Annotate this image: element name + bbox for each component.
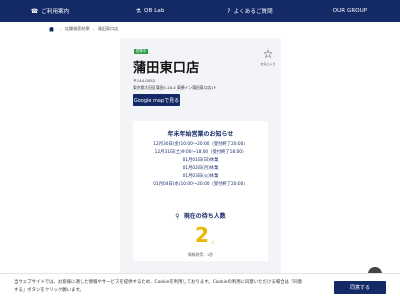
star-icon: ☆	[262, 47, 274, 61]
cookie-text: 当ウェブサイトでは、お客様に適した情報やサービスを提供するため、Cookieを利…	[14, 280, 303, 293]
schedule-line: 01月04日(水)10:00〜20:00（受付終了20:00）	[153, 182, 248, 187]
nav-item-qb-lab[interactable]: ⚗ QB Lab	[100, 0, 200, 22]
breadcrumb-separator: ›	[60, 26, 62, 32]
nav-item-label: ご利用案内	[41, 9, 70, 15]
schedule-line: 01月01日(日)休業	[182, 158, 219, 163]
nav-item-guide[interactable]: ☎ ご利用案内	[0, 0, 100, 22]
wait-count: 2	[195, 223, 209, 247]
schedule-line: 12月31日(土)9:00〜18:00（受付終了18:00）	[154, 150, 247, 155]
top-navigation: ☎ ご利用案内 ⚗ QB Lab ? よくあるご質問 OUR GROUP	[0, 0, 400, 22]
schedule-line: 12月30日(金)10:00〜20:00（受付終了20:00）	[153, 142, 248, 147]
schedule-line: 01月03日(火)休業	[182, 174, 219, 179]
lab-icon: ⚗	[135, 7, 142, 15]
wait-unit: 人	[211, 240, 215, 245]
store-address: 東京都大田区蒲田5-18-4 東横イン蒲田東口店1F	[133, 85, 216, 90]
cookie-banner: 当ウェブサイトでは、お客様に適した情報やサービスを提供するため、Cookieを利…	[0, 273, 400, 300]
person-icon: ⚲	[175, 213, 180, 220]
store-zip: 〒144-0052	[133, 78, 156, 83]
google-map-button[interactable]: Google mapで見る	[133, 94, 180, 106]
notice-title: 年末年始営業のお知らせ	[167, 131, 234, 138]
schedule-list: 12月30日(金)10:00〜20:00（受付終了20:00） 12月31日(土…	[133, 141, 268, 189]
breadcrumb-separator: ›	[92, 26, 95, 32]
wait-title: ⚲ 現在の待ち人数	[133, 211, 268, 220]
wait-title-label: 現在の待ち人数	[183, 213, 226, 220]
nav-item-our-group[interactable]: OUR GROUP	[300, 0, 400, 22]
status-badge: 営業中	[134, 49, 148, 54]
nav-item-label: OUR GROUP	[332, 8, 368, 14]
breadcrumb: › 店舗検索結果 › 蒲田東口店	[49, 25, 118, 33]
wait-updated-note: 情報取得：1秒	[187, 252, 214, 257]
store-card: 営業中 蒲田東口店 ☆ お気に入り 〒144-0052 東京都大田区蒲田5-18…	[120, 38, 281, 300]
nav-item-label: QB Lab	[144, 8, 165, 14]
store-name: 蒲田東口店	[133, 61, 200, 76]
breadcrumb-current: 蒲田東口店	[97, 26, 119, 31]
wait-count-panel: ⚲ 現在の待ち人数 2 人 情報取得：1秒	[133, 203, 268, 261]
cookie-accept-button[interactable]: 同意する	[334, 281, 386, 294]
schedule-line: 01月02日(月)休業	[182, 166, 219, 171]
help-icon: ☎	[30, 7, 39, 15]
home-icon[interactable]	[49, 26, 54, 32]
nav-item-label: よくあるご質問	[233, 9, 273, 15]
question-icon: ?	[227, 7, 231, 15]
breadcrumb-search-results[interactable]: 店舗検索結果	[65, 26, 90, 32]
favorite-button[interactable]: ☆ お気に入り	[260, 48, 276, 66]
favorite-label: お気に入り	[260, 62, 276, 66]
nav-item-faq[interactable]: ? よくあるご質問	[200, 0, 300, 22]
